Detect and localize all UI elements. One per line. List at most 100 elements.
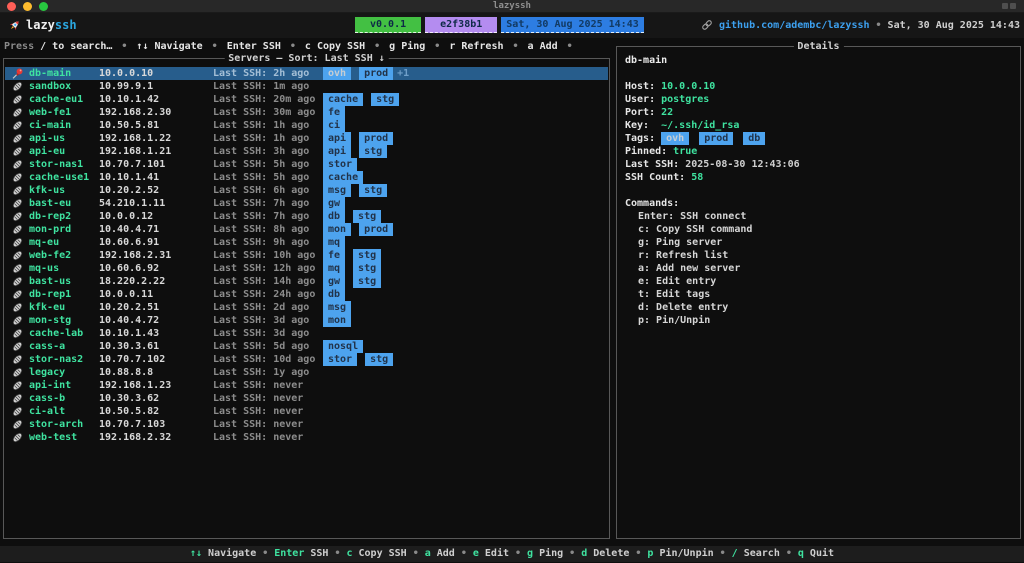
server-last-ssh: Last SSH: 12h ago — [213, 262, 315, 275]
detail-field-value: true — [673, 146, 697, 157]
hint-search-key: / — [40, 41, 52, 52]
server-name: stor-nas1 — [29, 158, 83, 171]
detail-field-value: 10.0.0.10 — [661, 81, 715, 92]
header-links: github.com/adembc/lazyssh • Sat, 30 Aug … — [701, 17, 1020, 33]
detail-field-label: Key: — [625, 120, 661, 131]
server-ip: 192.168.2.32 — [99, 431, 171, 444]
statusbar-separator: • — [334, 548, 340, 559]
server-row[interactable]: mon-prd10.40.4.71Last SSH: 8h agomonprod — [5, 223, 608, 236]
server-tags: msgstg — [323, 184, 604, 197]
server-row[interactable]: web-test192.168.2.32Last SSH: never — [5, 431, 608, 444]
server-row[interactable]: stor-nas210.70.7.102Last SSH: 10d agosto… — [5, 353, 608, 366]
shell-icon — [11, 106, 24, 119]
tag-badge: stg — [371, 93, 399, 106]
statusbar-label: Navigate — [208, 548, 256, 559]
server-row[interactable]: ci-alt10.50.5.82Last SSH: never — [5, 405, 608, 418]
shell-icon — [11, 210, 24, 223]
server-ip: 10.30.3.61 — [99, 340, 159, 353]
shell-icon — [11, 184, 24, 197]
server-row[interactable]: bast-us18.220.2.22Last SSH: 14h agogwstg — [5, 275, 608, 288]
server-row[interactable]: db-main10.0.0.10Last SSH: 2h agoovhprod+… — [5, 67, 608, 80]
server-row[interactable]: mq-eu10.60.6.91Last SSH: 9h agomq — [5, 236, 608, 249]
server-last-ssh: Last SSH: 2d ago — [213, 301, 309, 314]
shell-icon — [11, 379, 24, 392]
server-last-ssh: Last SSH: 7h ago — [213, 210, 309, 223]
server-tags: ovhprod+1 — [323, 67, 604, 80]
detail-field: Last SSH: 2025-08-30 12:43:06 — [625, 158, 1014, 171]
server-row[interactable]: mq-us10.60.6.92Last SSH: 12h agomqstg — [5, 262, 608, 275]
server-tags: mqstg — [323, 262, 604, 275]
server-row[interactable]: cache-lab10.10.1.43Last SSH: 3d ago — [5, 327, 608, 340]
titlebar-corner-icon — [1002, 3, 1016, 9]
github-repo-link[interactable]: github.com/adembc/lazyssh — [719, 19, 870, 32]
tag-badge: db — [323, 288, 345, 301]
detail-field: Tags: ovhproddb — [625, 132, 1014, 145]
server-row[interactable]: cass-a10.30.3.61Last SSH: 5d agonosql — [5, 340, 608, 353]
detail-field-value: ~/.ssh/id_rsa — [661, 120, 739, 131]
hint-item: a Add — [528, 41, 558, 52]
server-name: ci-alt — [29, 405, 65, 418]
server-name: bast-us — [29, 275, 71, 288]
shell-icon — [11, 353, 24, 366]
server-name: db-main — [29, 67, 71, 80]
command-hint: Enter: SSH connect — [625, 210, 1014, 223]
server-row[interactable]: cache-eu110.10.1.42Last SSH: 20m agocach… — [5, 93, 608, 106]
tag-badge: stor — [323, 353, 357, 366]
server-row[interactable]: cache-use110.10.1.41Last SSH: 5h agocach… — [5, 171, 608, 184]
server-ip: 10.50.5.81 — [99, 119, 159, 132]
server-row[interactable]: mon-stg10.40.4.72Last SSH: 3d agomon — [5, 314, 608, 327]
server-row[interactable]: stor-arch10.70.7.103Last SSH: never — [5, 418, 608, 431]
server-tags: fe — [323, 106, 604, 119]
server-row[interactable]: web-fe2192.168.2.31Last SSH: 10h agofest… — [5, 249, 608, 262]
shell-icon — [11, 405, 24, 418]
shell-icon — [11, 301, 24, 314]
server-last-ssh: Last SSH: never — [213, 392, 303, 405]
server-row[interactable]: sandbox10.99.9.1Last SSH: 1m ago — [5, 80, 608, 93]
server-row[interactable]: ci-main10.50.5.81Last SSH: 1h agoci — [5, 119, 608, 132]
statusbar-key: / — [732, 548, 744, 559]
tag-badge: ci — [323, 119, 345, 132]
server-ip: 10.99.9.1 — [99, 80, 153, 93]
tag-badge: stg — [353, 275, 381, 288]
server-row[interactable]: web-fe1192.168.2.30Last SSH: 30m agofe — [5, 106, 608, 119]
server-row[interactable]: api-eu192.168.1.21Last SSH: 3h agoapistg — [5, 145, 608, 158]
command-hint: t: Edit tags — [625, 288, 1014, 301]
server-row[interactable]: api-us192.168.1.22Last SSH: 1h agoapipro… — [5, 132, 608, 145]
shell-icon — [11, 340, 24, 353]
statusbar-key: ↑↓ — [190, 548, 208, 559]
server-ip: 10.0.0.10 — [99, 67, 153, 80]
server-row[interactable]: legacy10.88.8.8Last SSH: 1y ago — [5, 366, 608, 379]
server-ip: 192.168.2.31 — [99, 249, 171, 262]
server-row[interactable]: bast-eu54.210.1.11Last SSH: 7h agogw — [5, 197, 608, 210]
tag-badge: prod — [699, 132, 733, 145]
server-last-ssh: Last SSH: 3d ago — [213, 327, 309, 340]
brand-prefix: lazy — [26, 18, 55, 32]
server-tags: gw — [323, 197, 604, 210]
server-ip: 54.210.1.11 — [99, 197, 165, 210]
detail-field-label: User: — [625, 94, 661, 105]
server-row[interactable]: db-rep110.0.0.11Last SSH: 24h agodb — [5, 288, 608, 301]
statusbar-label: Search — [744, 548, 780, 559]
server-row[interactable]: kfk-eu10.20.2.51Last SSH: 2d agomsg — [5, 301, 608, 314]
server-last-ssh: Last SSH: 1m ago — [213, 80, 309, 93]
shell-icon — [11, 262, 24, 275]
server-tags: stor — [323, 158, 604, 171]
tag-badge: mq — [323, 236, 345, 249]
server-row[interactable]: cass-b10.30.3.62Last SSH: never — [5, 392, 608, 405]
tag-badge: api — [323, 145, 351, 158]
tag-badge: nosql — [323, 340, 363, 353]
command-hint: p: Pin/Unpin — [625, 314, 1014, 327]
tag-badge: gw — [323, 197, 345, 210]
shell-icon — [11, 366, 24, 379]
server-row[interactable]: db-rep210.0.0.12Last SSH: 7h agodbstg — [5, 210, 608, 223]
server-last-ssh: Last SSH: never — [213, 418, 303, 431]
server-row[interactable]: api-int192.168.1.23Last SSH: never — [5, 379, 608, 392]
server-last-ssh: Last SSH: 24h ago — [213, 288, 315, 301]
server-ip: 192.168.1.22 — [99, 132, 171, 145]
server-row[interactable]: kfk-us10.20.2.52Last SSH: 6h agomsgstg — [5, 184, 608, 197]
server-row[interactable]: stor-nas110.70.7.101Last SSH: 5h agostor — [5, 158, 608, 171]
server-last-ssh: Last SSH: never — [213, 431, 303, 444]
server-ip: 10.10.1.41 — [99, 171, 159, 184]
server-tags: festg — [323, 249, 604, 262]
statusbar-key: g — [527, 548, 539, 559]
